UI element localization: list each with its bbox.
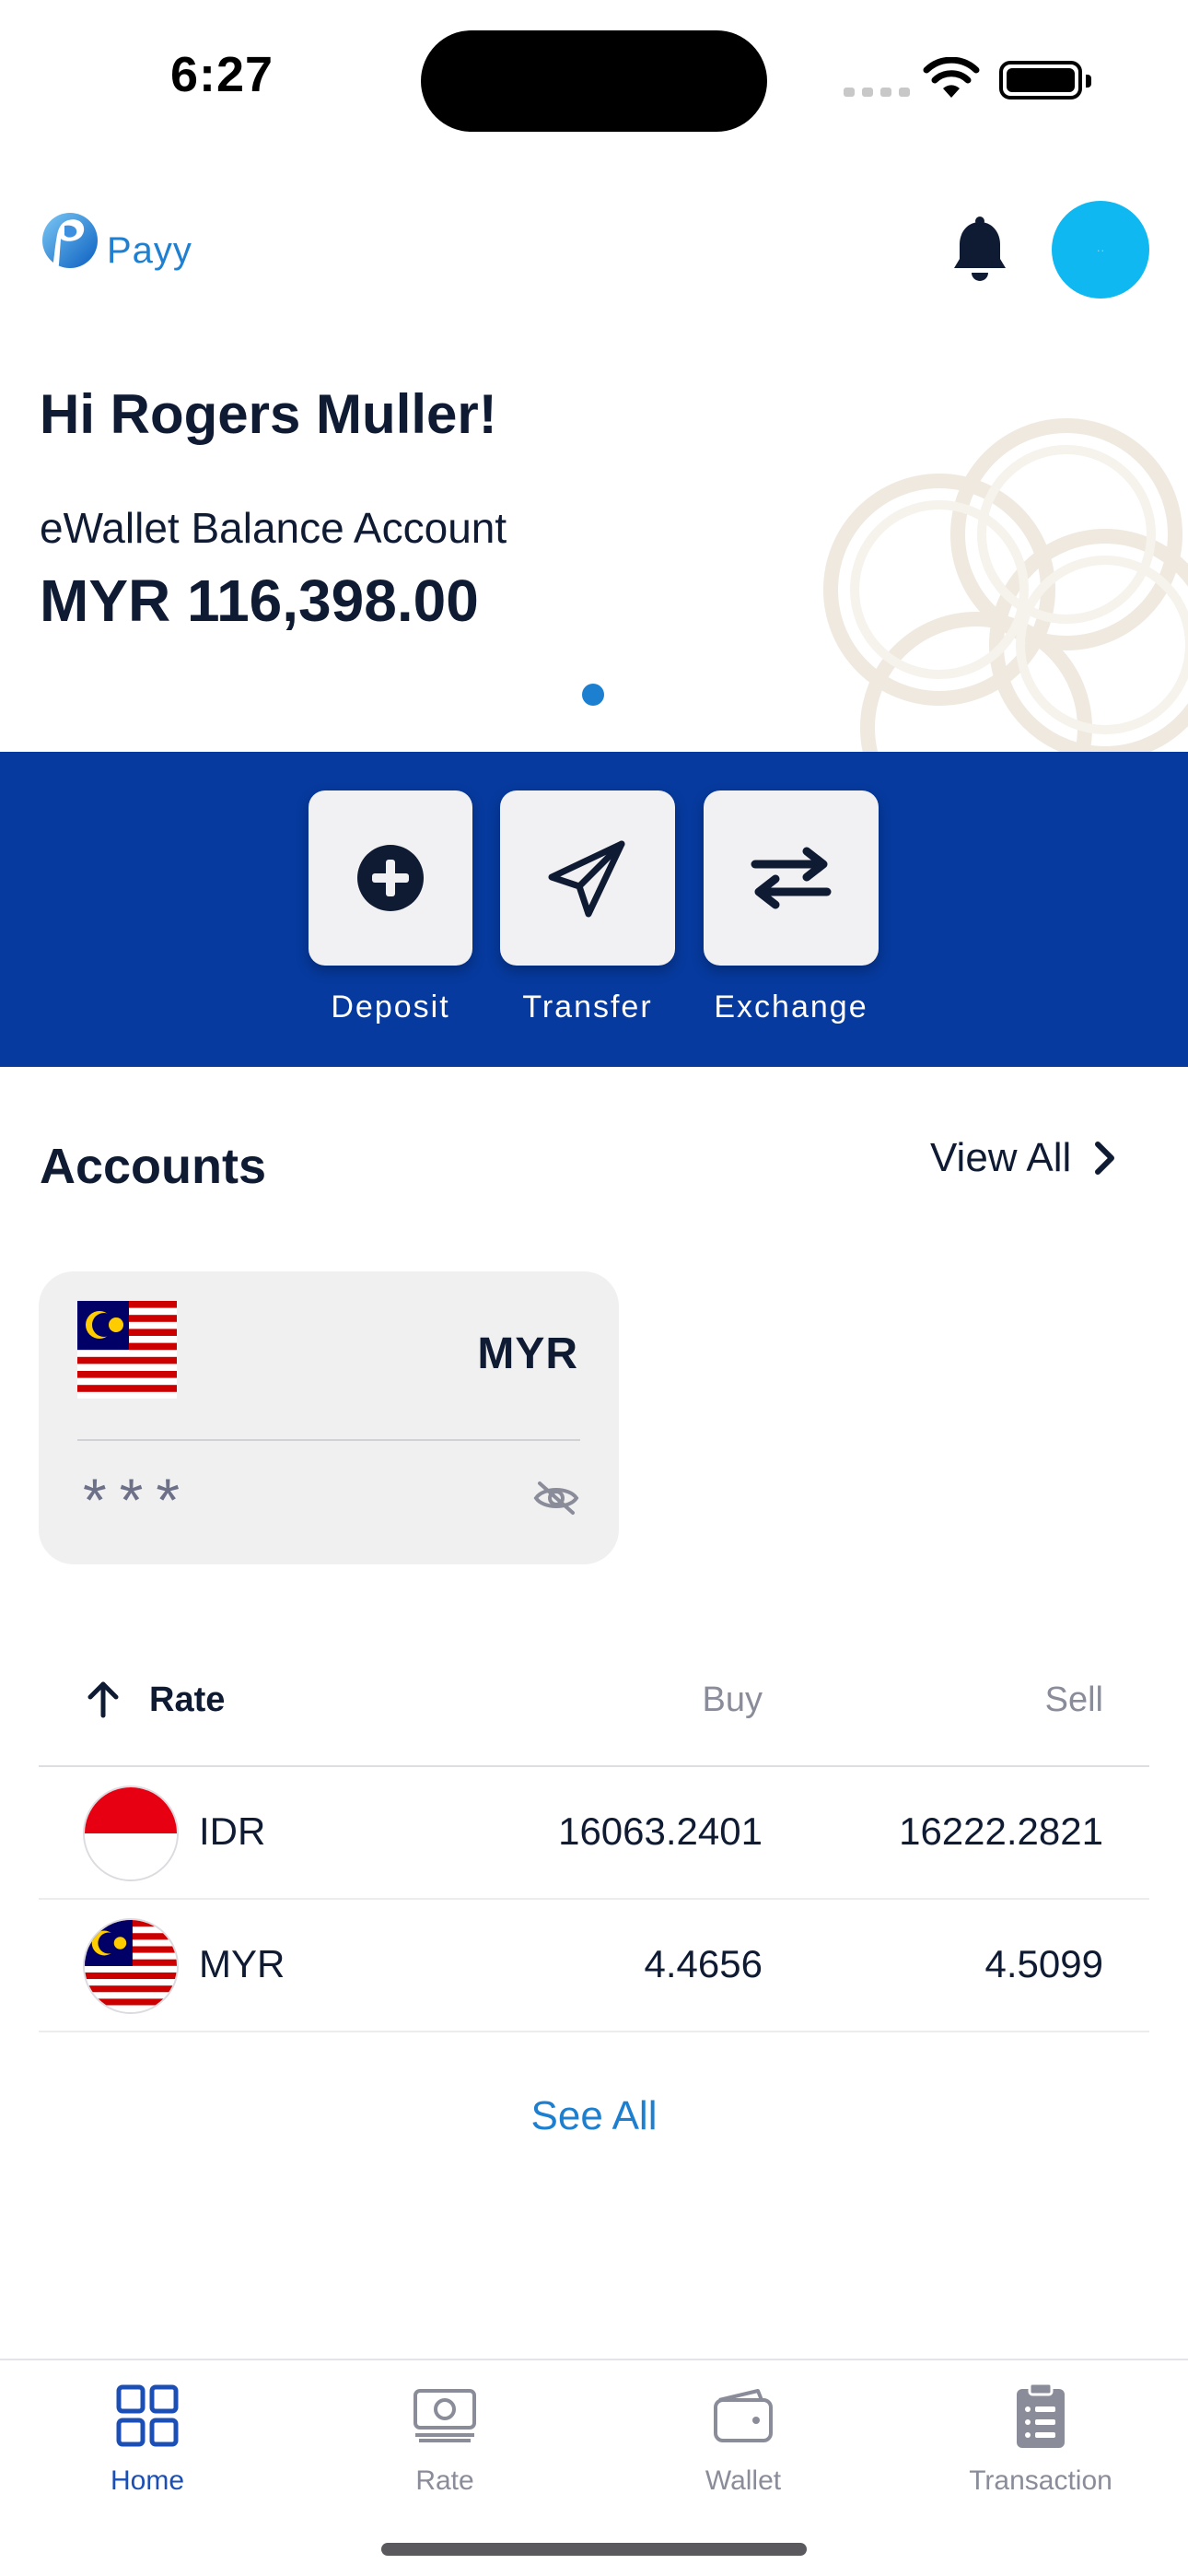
rate-buy-value: 16063.2401: [558, 1809, 763, 1853]
tab-transaction-label: Transaction: [969, 2465, 1112, 2496]
tab-home[interactable]: Home: [32, 2379, 262, 2497]
rate-currency-code: IDR: [199, 1809, 266, 1853]
cash-icon: [413, 2389, 476, 2442]
clipboard-list-icon: [1017, 2382, 1065, 2448]
swap-arrows-icon: [751, 847, 832, 909]
logo-text: Payy: [107, 229, 192, 271]
arrow-up-icon[interactable]: [85, 1679, 122, 1719]
quick-actions-bar: Deposit Transfer Exchange: [0, 752, 1188, 1067]
indonesia-flag: [83, 1786, 179, 1881]
transfer-button[interactable]: [500, 790, 675, 966]
exchange-label: Exchange: [714, 989, 868, 1025]
see-all-link[interactable]: See All: [0, 2093, 1188, 2139]
rate-row-idr[interactable]: IDR 16063.2401 16222.2821: [39, 1767, 1149, 1900]
view-all-label: View All: [930, 1135, 1072, 1180]
eye-off-icon[interactable]: [532, 1480, 580, 1516]
tab-wallet-label: Wallet: [705, 2465, 782, 2496]
masked-balance: ***: [83, 1466, 193, 1534]
balance-label: eWallet Balance Account: [40, 504, 507, 552]
tab-transaction[interactable]: Transaction: [926, 2379, 1156, 2497]
transfer-label: Transfer: [522, 989, 653, 1025]
chevron-right-icon: [1095, 1142, 1115, 1175]
rate-currency-code: MYR: [199, 1942, 285, 1985]
dynamic-island: [421, 30, 767, 132]
deposit-action[interactable]: Deposit: [309, 790, 472, 1025]
exchange-button[interactable]: [704, 790, 879, 966]
view-all-link[interactable]: View All: [930, 1135, 1117, 1181]
avatar[interactable]: ··: [1052, 201, 1149, 299]
rate-sell-value: 16222.2821: [899, 1809, 1103, 1853]
card-divider: [77, 1439, 580, 1441]
wifi-icon: [923, 57, 980, 98]
tab-home-label: Home: [110, 2465, 185, 2496]
account-card-myr[interactable]: MYR ***: [39, 1271, 619, 1564]
deposit-button[interactable]: [309, 790, 472, 966]
coins-illustration: [823, 418, 1188, 752]
tab-wallet[interactable]: Wallet: [628, 2379, 858, 2497]
bell-icon[interactable]: [949, 217, 1011, 285]
battery-icon: [999, 61, 1091, 100]
rate-table-header: Rate Buy Sell: [39, 1658, 1149, 1767]
greeting-title: Hi Rogers Muller!: [40, 383, 497, 445]
wallet-icon: [714, 2389, 773, 2442]
malaysia-flag: [83, 1918, 179, 2014]
home-indicator[interactable]: [381, 2543, 807, 2556]
transfer-action[interactable]: Transfer: [500, 790, 675, 1025]
carousel-page-indicator: [582, 684, 604, 706]
balance-value: MYR 116,398.00: [40, 568, 479, 634]
rate-row-myr[interactable]: MYR 4.4656 4.5099: [39, 1900, 1149, 2032]
rate-buy-value: 4.4656: [644, 1942, 763, 1985]
tab-rate-label: Rate: [415, 2465, 474, 2496]
exchange-action[interactable]: Exchange: [704, 790, 879, 1025]
app-logo: Payy: [41, 207, 192, 283]
status-bar: 6:27: [0, 0, 1188, 157]
rate-column-header[interactable]: Rate: [149, 1680, 225, 1720]
grid-icon: [116, 2384, 179, 2447]
deposit-label: Deposit: [331, 989, 450, 1025]
buy-column-header: Buy: [702, 1680, 763, 1719]
malaysia-flag: [77, 1301, 177, 1399]
status-time: 6:27: [170, 47, 274, 102]
cellular-signal-icon: [844, 88, 910, 97]
sell-column-header: Sell: [1044, 1680, 1103, 1719]
account-currency: MYR: [477, 1329, 578, 1378]
paper-plane-icon: [548, 840, 625, 918]
logo-mark-icon: [42, 213, 98, 281]
accounts-title: Accounts: [40, 1139, 267, 1194]
plus-circle-icon: [357, 845, 424, 911]
rate-sell-value: 4.5099: [984, 1942, 1103, 1985]
tab-rate[interactable]: Rate: [330, 2379, 560, 2497]
